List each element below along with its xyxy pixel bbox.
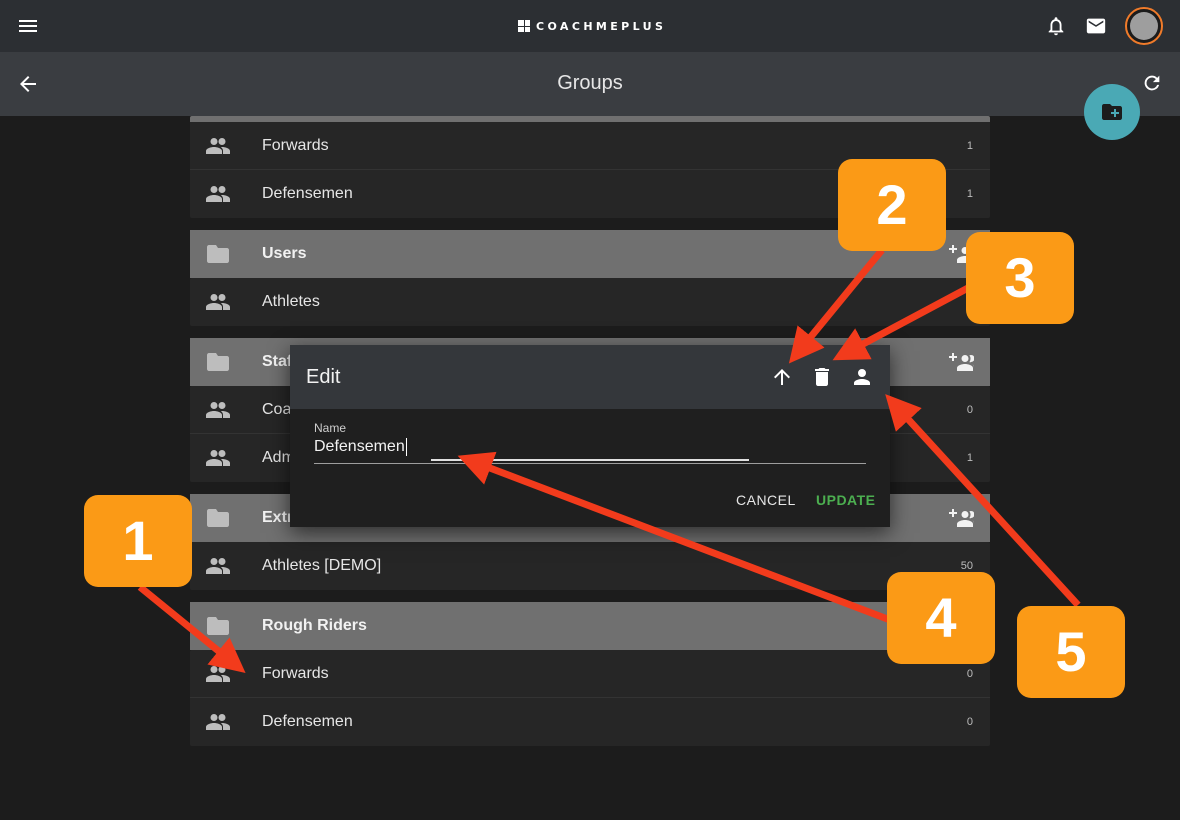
callout-badge-4: 4 xyxy=(887,572,995,664)
callout-badge-1: 1 xyxy=(84,495,192,587)
callout-arrow-4 xyxy=(457,451,892,624)
callout-badge-3: 3 xyxy=(966,232,1074,324)
callout-badge-5: 5 xyxy=(1017,606,1125,698)
callout-arrow-3 xyxy=(832,284,970,361)
callout-arrow-1 xyxy=(137,584,246,674)
callout-badge-2: 2 xyxy=(838,159,946,251)
callout-arrows xyxy=(137,247,1081,674)
callout-arrow-2 xyxy=(788,247,885,364)
